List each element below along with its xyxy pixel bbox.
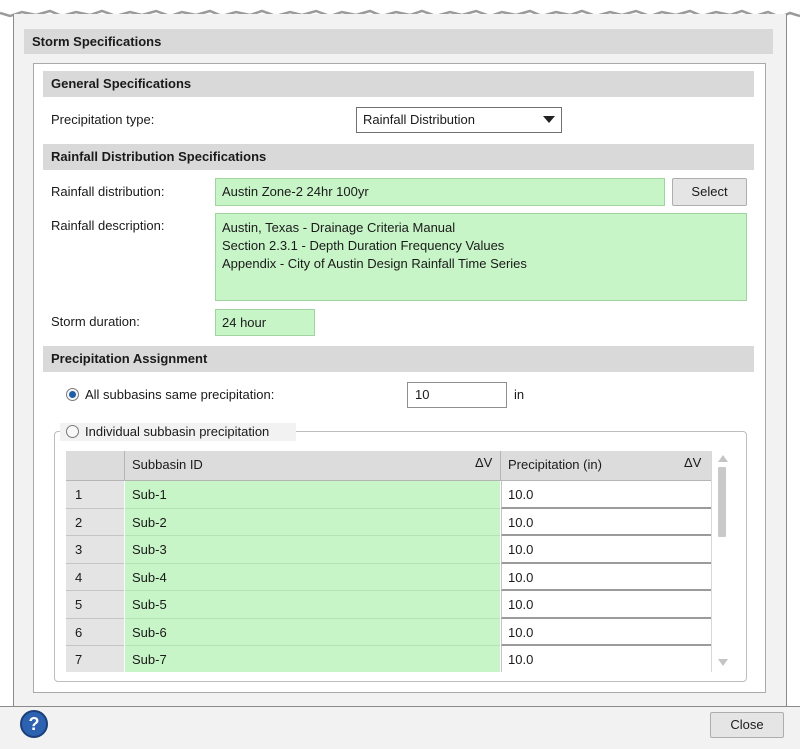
table-row[interactable]: 2 Sub-2 10.0 — [66, 508, 711, 536]
all-same-label: All subbasins same precipitation: — [85, 387, 275, 402]
all-same-radio[interactable] — [66, 388, 79, 401]
help-icon[interactable]: ? — [20, 710, 48, 738]
precipitation-cell[interactable]: 10.0 — [501, 646, 711, 672]
storm-specifications-header: Storm Specifications — [24, 29, 773, 54]
header-divider — [124, 451, 125, 481]
precipitation-type-label: Precipitation type: — [51, 112, 155, 127]
precipitation-cell[interactable]: 10.0 — [501, 508, 711, 536]
grid-scrollbar[interactable] — [711, 451, 733, 672]
precipitation-assignment-header: Precipitation Assignment — [43, 346, 754, 372]
description-line: Appendix - City of Austin Design Rainfal… — [222, 256, 527, 271]
subbasin-id-cell: Sub-7 — [125, 646, 500, 672]
table-row[interactable]: 1 Sub-1 10.0 — [66, 481, 711, 509]
precipitation-type-value: Rainfall Distribution — [363, 112, 475, 127]
subbasin-grid: Subbasin ID ΔV Precipitation (in) ΔV 1 Su… — [66, 451, 733, 672]
individual-legend: Individual subbasin precipitation — [60, 423, 296, 441]
row-number: 4 — [66, 563, 124, 591]
precipitation-header[interactable]: Precipitation (in) — [508, 451, 602, 479]
scroll-up-icon[interactable] — [718, 455, 728, 462]
row-number: 5 — [66, 591, 124, 619]
precipitation-cell[interactable]: 10.0 — [501, 481, 711, 509]
chevron-down-icon — [543, 116, 555, 123]
subbasin-id-cell: Sub-2 — [125, 508, 500, 536]
rainfall-distribution-field[interactable]: Austin Zone-2 24hr 100yr — [215, 178, 665, 206]
row-number: 3 — [66, 536, 124, 564]
precipitation-unit-label: in — [514, 387, 525, 402]
select-button[interactable]: Select — [672, 178, 747, 206]
all-same-precipitation-input[interactable]: 10 — [407, 382, 507, 408]
row-number: 2 — [66, 508, 124, 536]
row-number: 6 — [66, 618, 124, 646]
subbasin-id-cell: Sub-1 — [125, 481, 500, 509]
description-line: Austin, Texas - Drainage Criteria Manual — [222, 220, 456, 235]
subbasin-id-cell: Sub-4 — [125, 563, 500, 591]
precipitation-cell[interactable]: 10.0 — [501, 563, 711, 591]
description-line: Section 2.3.1 - Depth Duration Frequency… — [222, 238, 505, 253]
dialog-footer — [0, 706, 800, 749]
rainfall-distribution-label: Rainfall distribution: — [51, 184, 165, 199]
table-row[interactable]: 3 Sub-3 10.0 — [66, 536, 711, 564]
storm-duration-field[interactable]: 24 hour — [215, 309, 315, 336]
rainfall-description-field[interactable]: Austin, Texas - Drainage Criteria Manual… — [215, 213, 747, 301]
precipitation-cell[interactable]: 10.0 — [501, 536, 711, 564]
scroll-thumb[interactable] — [718, 467, 726, 537]
storm-duration-label: Storm duration: — [51, 314, 140, 329]
rainfall-description-label: Rainfall description: — [51, 218, 165, 233]
scroll-down-icon[interactable] — [718, 659, 728, 666]
individual-radio[interactable] — [66, 425, 79, 438]
precipitation-type-dropdown[interactable]: Rainfall Distribution — [356, 107, 562, 133]
table-row[interactable]: 6 Sub-6 10.0 — [66, 618, 711, 646]
table-row[interactable]: 7 Sub-7 10.0 — [66, 646, 711, 672]
table-row[interactable]: 4 Sub-4 10.0 — [66, 563, 711, 591]
header-divider — [500, 451, 501, 481]
grid-header: Subbasin ID ΔV Precipitation (in) ΔV — [66, 451, 711, 481]
sort-icon[interactable]: ΔV — [475, 451, 492, 475]
precipitation-cell[interactable]: 10.0 — [501, 591, 711, 619]
close-button[interactable]: Close — [710, 712, 784, 738]
subbasin-id-cell: Sub-3 — [125, 536, 500, 564]
subbasin-id-header[interactable]: Subbasin ID — [132, 451, 203, 479]
subbasin-id-cell: Sub-5 — [125, 591, 500, 619]
rainfall-distribution-header: Rainfall Distribution Specifications — [43, 144, 754, 170]
precipitation-cell[interactable]: 10.0 — [501, 618, 711, 646]
general-specifications-header: General Specifications — [43, 71, 754, 97]
table-row[interactable]: 5 Sub-5 10.0 — [66, 591, 711, 619]
row-number: 1 — [66, 481, 124, 509]
sort-icon[interactable]: ΔV — [684, 451, 701, 475]
row-number: 7 — [66, 646, 124, 672]
individual-label: Individual subbasin precipitation — [85, 424, 270, 439]
subbasin-id-cell: Sub-6 — [125, 618, 500, 646]
